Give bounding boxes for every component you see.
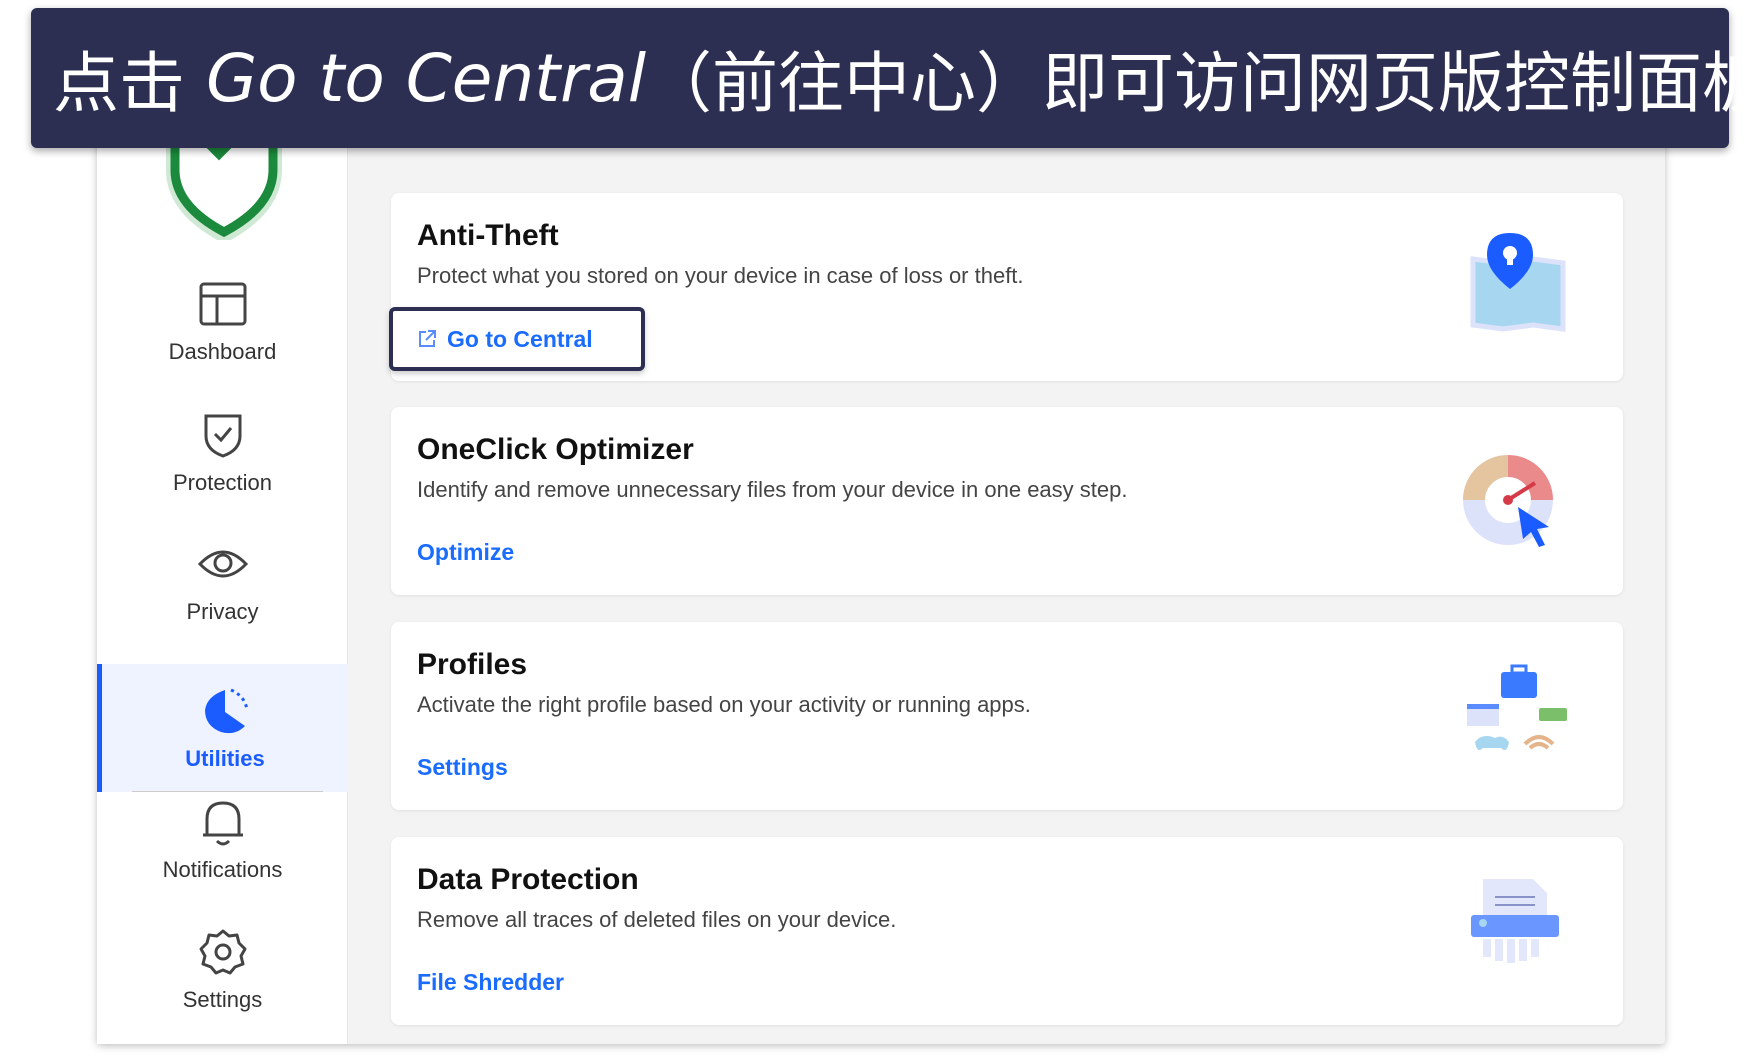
- gear-icon: [196, 925, 250, 979]
- go-to-central-button[interactable]: Go to Central: [389, 307, 645, 371]
- card-profiles: Profiles Activate the right profile base…: [391, 622, 1623, 810]
- sidebar: Dashboard Protection Privacy Utilities N…: [97, 110, 348, 1044]
- card-oneclick-optimizer: OneClick Optimizer Identify and remove u…: [391, 407, 1623, 595]
- card-data-protection: Data Protection Remove all traces of del…: [391, 837, 1623, 1025]
- optimize-link[interactable]: Optimize: [417, 539, 514, 566]
- speedometer-icon: [1463, 455, 1553, 547]
- caption-banner: 点击 Go to Central （前往中心）即可访问网页版控制面板: [31, 8, 1755, 148]
- map-pin-icon: [1470, 233, 1566, 332]
- sidebar-item-label: Settings: [182, 987, 263, 1012]
- card-description: Identify and remove unnecessary files fr…: [417, 477, 1128, 502]
- profiles-icon: [1467, 664, 1567, 750]
- card-description: Activate the right profile based on your…: [417, 692, 1031, 717]
- sidebar-item-dashboard[interactable]: Dashboard: [97, 257, 348, 385]
- sidebar-item-label: Dashboard: [168, 339, 277, 364]
- app-window: Dashboard Protection Privacy Utilities N…: [97, 110, 1665, 1044]
- external-link-icon: [419, 330, 436, 347]
- sidebar-item-settings[interactable]: Settings: [97, 905, 348, 1033]
- card-anti-theft: Anti-Theft Protect what you stored on yo…: [389, 193, 1623, 381]
- sidebar-item-label: Privacy: [186, 599, 259, 624]
- card-description: Remove all traces of deleted files on yo…: [417, 907, 897, 932]
- go-to-central-label: Go to Central: [447, 325, 593, 352]
- sidebar-item-privacy[interactable]: Privacy: [97, 517, 348, 645]
- eye-icon: [196, 537, 250, 591]
- card-title: Anti-Theft: [417, 219, 559, 252]
- settings-link[interactable]: Settings: [417, 754, 508, 781]
- banner-prefix: 点击: [53, 45, 206, 122]
- utilities-icon: [198, 684, 252, 738]
- shredder-icon: [1471, 879, 1559, 963]
- sidebar-item-label: Notifications: [162, 857, 283, 882]
- card-title: OneClick Optimizer: [417, 433, 694, 466]
- sidebar-item-label: Utilities: [185, 746, 265, 771]
- banner-emphasis: Go to Central: [205, 39, 647, 117]
- sidebar-item-notifications[interactable]: Notifications: [97, 775, 348, 903]
- dashboard-icon: [196, 277, 250, 331]
- banner-suffix: （前往中心）即可访问网页版控制面板: [646, 45, 1755, 122]
- card-title: Profiles: [417, 648, 528, 681]
- sidebar-item-utilities[interactable]: Utilities: [97, 664, 348, 792]
- card-description: Protect what you stored on your device i…: [417, 263, 1024, 288]
- bell-icon: [196, 795, 250, 849]
- card-title: Data Protection: [417, 863, 639, 896]
- sidebar-item-protection[interactable]: Protection: [97, 388, 348, 516]
- sidebar-item-label: Protection: [172, 470, 273, 495]
- shield-check-icon: [196, 408, 250, 462]
- file-shredder-link[interactable]: File Shredder: [417, 969, 564, 996]
